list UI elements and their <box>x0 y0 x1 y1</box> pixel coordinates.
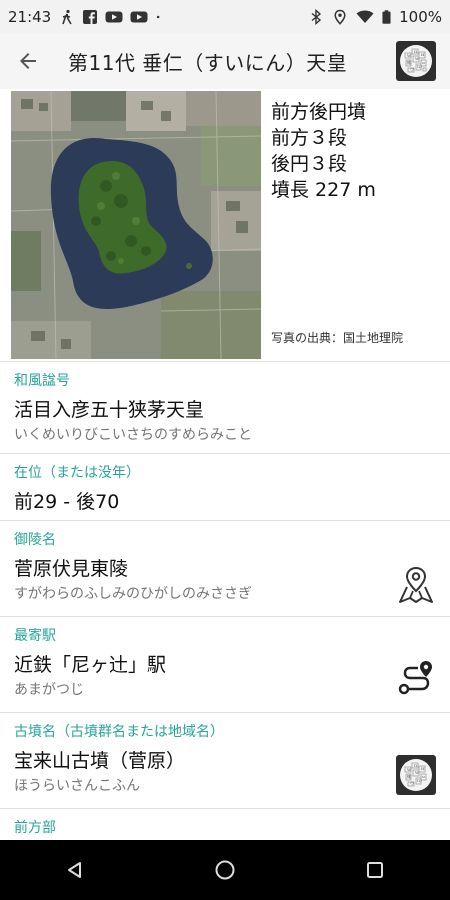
section-value: 活目入彦五十狭茅天皇 <box>14 399 205 421</box>
section-posthumous-name: 和風諡号 活目入彦五十狭茅天皇 いくめいりびこいさちのすめらみこと <box>0 361 450 453</box>
battery-percent: 100% <box>399 7 442 26</box>
nav-back-button[interactable] <box>45 840 105 900</box>
system-icons: 100% <box>308 8 442 26</box>
section-mausoleum[interactable]: 御陵名 菅原伏見東陵 すがわらのふしみのひがしのみささぎ <box>0 520 450 616</box>
section-kofun-name[interactable]: 古墳名（古墳群名または地域名） 宝来山古墳（菅原） ほうらいさんこふん WΩИ … <box>0 712 450 808</box>
section-reading: ほうらいさんこふん <box>14 778 140 794</box>
route-button[interactable] <box>396 659 436 699</box>
route-icon <box>398 661 432 695</box>
detail-list: 和風諡号 活目入彦五十狭茅天皇 いくめいりびこいさちのすめらみこと 在位（または… <box>0 361 450 849</box>
photo-credit: 写真の出典：国土地理院 <box>271 331 404 345</box>
system-nav-bar <box>0 840 450 900</box>
tumulus-type: 前方後円墳 <box>271 101 367 123</box>
dot-icon <box>157 15 160 18</box>
section-reading: すがわらのふしみのひがしのみささぎ <box>14 586 252 602</box>
bluetooth-icon <box>311 8 322 25</box>
svg-text:И: И <box>421 766 425 771</box>
section-value: 宝来山古墳（菅原） <box>14 750 186 772</box>
circle-home-icon <box>215 860 235 880</box>
page-title: 第11代 垂仁（すいにん）天皇 <box>68 50 348 75</box>
mound-length: 墳長 227 m <box>271 179 376 201</box>
location-icon <box>334 9 346 25</box>
walking-icon <box>62 9 72 24</box>
section-label: 前方部 <box>14 820 56 836</box>
wikipedia-icon: WΩИ 維Wω ウѠ <box>396 41 436 81</box>
section-label: 古墳名（古墳群名または地域名） <box>14 724 224 740</box>
map-pin-icon <box>399 566 433 603</box>
notification-icons <box>59 9 165 25</box>
app-bar: 第11代 垂仁（すいにん）天皇 WΩИ 維Wω ウѠ <box>0 33 450 89</box>
section-reading: いくめいりびこいさちのすめらみこと <box>14 427 252 443</box>
section-value: 前29 - 後70 <box>14 491 120 513</box>
svg-text:Ѡ: Ѡ <box>417 64 422 69</box>
status-time: 21:43 <box>8 7 52 26</box>
status-bar: 21:43 100% <box>0 0 450 33</box>
hero-section: 前方後円墳 前方３段 後円３段 墳長 227 m 写真の出典：国土地理院 <box>0 89 450 361</box>
square-recents-icon <box>367 862 383 878</box>
wikipedia-button[interactable]: WΩИ 維Wω ウѠ <box>394 39 438 83</box>
arrow-back-icon <box>20 53 36 69</box>
map-button[interactable] <box>396 565 436 605</box>
section-label: 最寄駅 <box>14 628 56 644</box>
wikipedia-link-button[interactable]: WΩИ 維Wω ウѠ <box>396 755 436 795</box>
section-label: 在位（または没年） <box>14 465 140 481</box>
nav-home-button[interactable] <box>195 840 255 900</box>
section-value: 菅原伏見東陵 <box>14 558 129 580</box>
tumulus-specs: 前方後円墳 前方３段 後円３段 墳長 227 m <box>271 99 376 203</box>
aerial-photo <box>11 91 261 359</box>
section-value: 近鉄「尼ヶ辻」駅 <box>14 654 167 676</box>
section-label: 御陵名 <box>14 532 56 548</box>
section-label: 和風諡号 <box>14 373 70 389</box>
svg-text:維: 維 <box>407 59 411 65</box>
back-button[interactable] <box>0 33 56 89</box>
youtube-icon <box>105 11 123 22</box>
section-reign: 在位（または没年） 前29 - 後70 <box>0 453 450 520</box>
wifi-icon <box>356 10 374 23</box>
svg-text:ウ: ウ <box>410 66 414 72</box>
svg-text:Ѡ: Ѡ <box>417 778 422 783</box>
battery-icon <box>382 9 391 24</box>
front-tiers: 前方３段 <box>271 127 348 149</box>
facebook-icon <box>83 9 98 24</box>
section-nearest-station[interactable]: 最寄駅 近鉄「尼ヶ辻」駅 あまがつじ <box>0 616 450 712</box>
wikipedia-icon: WΩИ 維Wω ウѠ <box>396 755 436 795</box>
svg-text:И: И <box>421 52 425 57</box>
svg-text:維: 維 <box>407 773 411 779</box>
triangle-back-icon <box>68 862 81 878</box>
youtube-icon <box>130 11 148 22</box>
section-reading: あまがつじ <box>14 682 84 698</box>
rear-tiers: 後円３段 <box>271 153 348 175</box>
nav-recents-button[interactable] <box>345 840 405 900</box>
svg-text:ウ: ウ <box>410 780 414 786</box>
